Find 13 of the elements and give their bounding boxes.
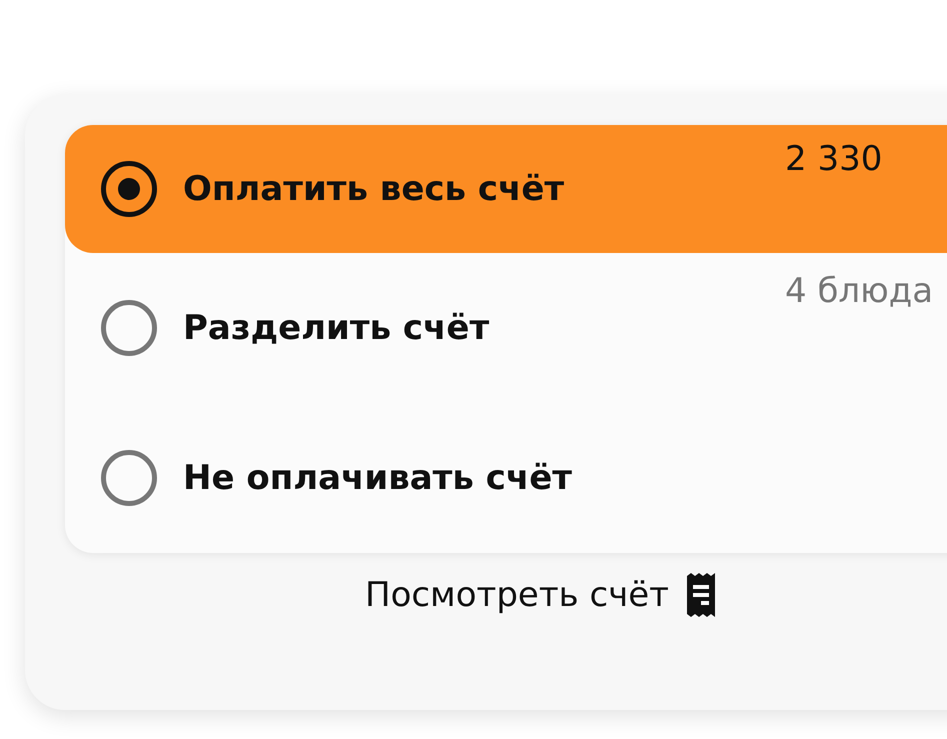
receipt-icon xyxy=(686,573,715,617)
payment-option[interactable]: Не оплачивать счёт xyxy=(65,403,947,553)
option-label: Не оплачивать счёт xyxy=(183,458,572,498)
payment-option[interactable]: Оплатить весь счёт 2 330 xyxy=(65,125,947,253)
option-detail: 4 блюда xyxy=(785,271,934,311)
radio-button[interactable] xyxy=(101,450,157,506)
option-label: Разделить счёт xyxy=(183,308,490,348)
radio-button[interactable] xyxy=(101,161,157,217)
option-label: Оплатить весь счёт xyxy=(183,169,564,209)
option-detail: 2 330 xyxy=(785,139,882,179)
radio-button[interactable] xyxy=(101,300,157,356)
view-bill-link[interactable]: Посмотреть счёт xyxy=(365,575,669,615)
payment-option[interactable]: Разделить счёт 4 блюда xyxy=(65,253,947,403)
